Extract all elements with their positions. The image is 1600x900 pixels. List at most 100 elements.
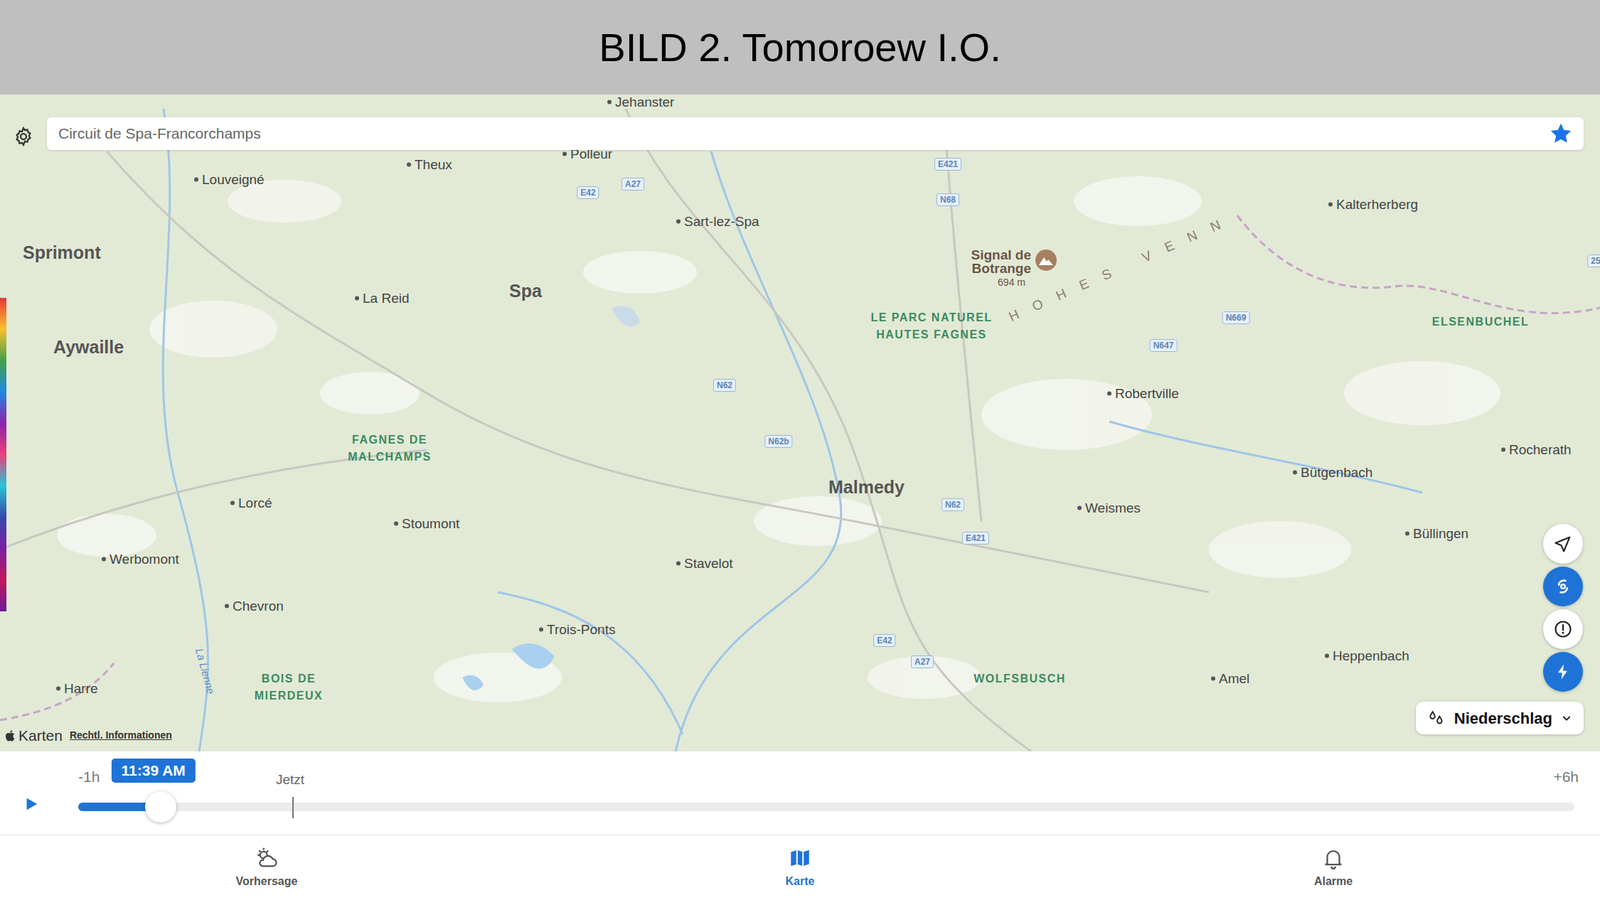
town-label[interactable]: Werbomont — [101, 552, 180, 567]
timeline-start: -1h — [78, 765, 100, 789]
town-dot — [562, 151, 567, 156]
layer-label: Niederschlag — [1454, 706, 1553, 731]
town-name: Robertville — [1115, 386, 1180, 401]
town-label[interactable]: Büllingen — [1405, 526, 1469, 541]
town-label[interactable]: Lorcé — [230, 496, 273, 510]
tab-label: Vorhersage — [236, 873, 298, 891]
town-label[interactable]: Stavelot — [676, 556, 734, 571]
town-dot — [1324, 653, 1330, 658]
town-dot — [1211, 676, 1216, 681]
town-name: Sart-lez-Spa — [684, 214, 760, 229]
favorite-star-icon[interactable] — [1549, 122, 1573, 146]
settings-gear-icon[interactable] — [9, 123, 37, 151]
town-name: Werbomont — [109, 552, 180, 567]
city-label[interactable]: Spa — [509, 282, 542, 303]
city-label[interactable]: Aywaille — [53, 338, 124, 359]
location-arrow-icon — [1553, 534, 1573, 554]
attribution-text: Karten — [18, 724, 63, 748]
alert-icon — [1553, 619, 1573, 640]
map-control-button[interactable] — [1543, 652, 1583, 692]
road-shield: 25 — [1587, 254, 1600, 268]
forecast-cloud-sun-icon — [254, 846, 279, 871]
town-label[interactable]: Theux — [406, 157, 453, 172]
town-dot — [1292, 470, 1298, 475]
town-name: Stavelot — [684, 556, 734, 571]
area-label: WOLFSBUSCH — [973, 670, 1066, 688]
now-tick — [292, 797, 294, 819]
town-label[interactable]: Weismes — [1077, 501, 1141, 515]
town-label[interactable]: Bütgenbach — [1292, 465, 1373, 480]
now-label: Jetzt — [275, 770, 305, 791]
apple-logo-icon — [4, 728, 18, 744]
town-label[interactable]: La Reid — [354, 291, 410, 306]
chevron-down-icon — [1560, 712, 1573, 724]
town-dot — [406, 162, 412, 167]
town-label[interactable]: Kalterherberg — [1328, 197, 1418, 212]
timeline-track[interactable]: 11:39 AM — [78, 802, 1575, 812]
hurricane-icon — [1553, 576, 1573, 597]
tab-label: Karte — [785, 873, 815, 891]
legal-link[interactable]: Rechtl. Informationen — [69, 728, 173, 744]
map-control-button[interactable] — [1543, 609, 1583, 650]
landmark-text: Signal de Botrange694 m — [960, 248, 1032, 291]
town-dot — [539, 627, 544, 632]
search-value[interactable]: Circuit de Spa-Francorchamps — [58, 122, 1550, 146]
bell-icon — [1321, 846, 1346, 871]
area-label: LE PARC NATUREL HAUTES FAGNES — [860, 309, 1003, 344]
search-bar[interactable]: Circuit de Spa-Francorchamps — [46, 117, 1584, 151]
banner-title: BILD 2. Tomoroew I.O. — [598, 17, 1001, 78]
landmark-elevation: 694 m — [997, 275, 1032, 291]
tab[interactable]: Karte — [533, 835, 1067, 900]
tab[interactable]: Alarme — [1066, 835, 1600, 900]
map[interactable]: JehansterTheuxPolleurLouveignéSart-lez-S… — [0, 94, 1600, 752]
map-control-button[interactable] — [1543, 524, 1583, 564]
town-label[interactable]: Harre — [56, 681, 99, 696]
road-shield: N62b — [764, 435, 793, 448]
town-label[interactable]: Rocherath — [1501, 443, 1572, 457]
town-name: Stoumont — [401, 516, 460, 531]
city-label[interactable]: Malmedy — [828, 478, 905, 499]
road-shield: N68 — [936, 193, 960, 207]
town-label[interactable]: Jehanster — [607, 95, 675, 109]
area-name: FAGNES DE MALCHAMPS — [347, 433, 432, 463]
town-name: Louveigné — [201, 172, 265, 187]
city-name: Malmedy — [828, 477, 905, 498]
area-name: BOIS DE MIERDEUX — [254, 672, 323, 702]
city-name: Spa — [509, 280, 542, 301]
timeline-thumb[interactable] — [145, 791, 177, 823]
town-label[interactable]: Sart-lez-Spa — [676, 214, 760, 229]
town-label[interactable]: Stoumont — [393, 516, 460, 531]
city-name: Aywaille — [53, 337, 124, 357]
town-dot — [1328, 201, 1333, 207]
town-label[interactable]: Chevron — [224, 599, 284, 613]
town-dot — [607, 99, 612, 104]
mountain-icon — [1035, 249, 1057, 271]
town-name: Chevron — [232, 599, 284, 613]
town-name: Rocherath — [1508, 443, 1572, 457]
tab[interactable]: Vorhersage — [0, 835, 534, 900]
area-name: ELSENBUCHEL — [1432, 315, 1530, 328]
town-dot — [224, 603, 229, 608]
town-label[interactable]: Trois-Ponts — [539, 622, 616, 637]
road-shield: E421 — [934, 157, 962, 171]
town-dot — [1107, 391, 1112, 396]
map-labels: JehansterTheuxPolleurLouveignéSart-lez-S… — [0, 94, 1600, 752]
road-shield: E42 — [873, 634, 896, 648]
town-label[interactable]: Heppenbach — [1324, 649, 1410, 663]
timeline-end: +6h — [1553, 765, 1579, 789]
layer-selector[interactable]: Niederschlag — [1415, 701, 1584, 735]
town-label[interactable]: Amel — [1211, 672, 1250, 686]
precipitation-icon — [1427, 708, 1446, 728]
town-label[interactable]: Louveigné — [194, 172, 265, 187]
road-shield: N669 — [1222, 311, 1251, 325]
city-label[interactable]: Sprimont — [22, 243, 101, 264]
town-name: Theux — [414, 157, 453, 172]
landmark[interactable]: Signal de Botrange694 m — [960, 248, 1057, 291]
play-icon — [23, 796, 40, 813]
town-label[interactable]: Robertville — [1107, 386, 1180, 401]
timeline: -1h +6h Jetzt 11:39 AM — [0, 751, 1600, 835]
area-label: BOIS DE MIERDEUX — [228, 670, 350, 705]
play-button[interactable] — [22, 795, 40, 813]
map-control-button[interactable] — [1543, 566, 1583, 607]
road-shield: N62 — [941, 498, 965, 512]
